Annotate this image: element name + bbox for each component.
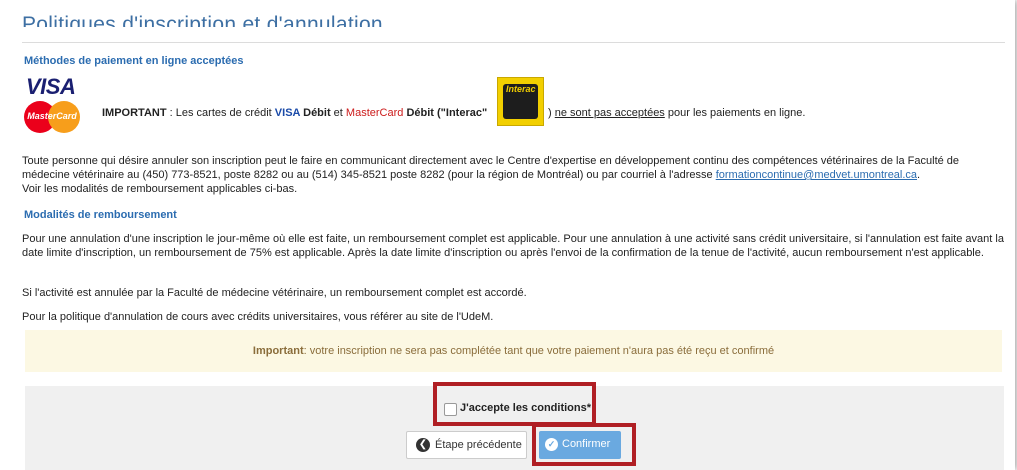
- refund-paragraph-1: Pour une annulation d'une inscription le…: [22, 233, 1004, 259]
- refund-paragraph-2: Si l'activité est annulée par la Faculté…: [22, 287, 527, 299]
- important-notice: Important: votre inscription ne sera pas…: [25, 330, 1002, 372]
- arrow-left-circle-icon: ❮: [416, 438, 430, 452]
- payment-important-text: IMPORTANT : Les cartes de crédit VISA Dé…: [102, 107, 806, 119]
- visa-logo: VISA: [26, 74, 76, 99]
- previous-step-button[interactable]: ❮ Étape précédente: [406, 431, 527, 459]
- email-link[interactable]: formationcontinue@medvet.umontreal.ca: [716, 169, 917, 181]
- notice-label: Important: [252, 345, 304, 357]
- notice-text: : votre inscription ne sera pas complété…: [303, 345, 775, 357]
- accept-highlight-frame: [433, 382, 596, 426]
- refund-heading: Modalités de remboursement: [24, 209, 177, 221]
- cancellation-paragraph: Toute personne qui désire annuler son in…: [22, 155, 960, 195]
- page-frame: Politiques d'inscription et d'annulation…: [0, 0, 1015, 470]
- mastercard-logo: MasterCard: [24, 101, 80, 133]
- refund-paragraph-3: Pour la politique d'annulation de cours …: [22, 311, 494, 323]
- confirm-highlight-frame: [532, 423, 636, 466]
- payment-heading: Méthodes de paiement en ligne acceptées: [24, 55, 244, 67]
- title-divider: [22, 42, 1005, 43]
- page-title: Politiques d'inscription et d'annulation: [22, 14, 383, 27]
- interac-logo: Interac: [497, 77, 544, 126]
